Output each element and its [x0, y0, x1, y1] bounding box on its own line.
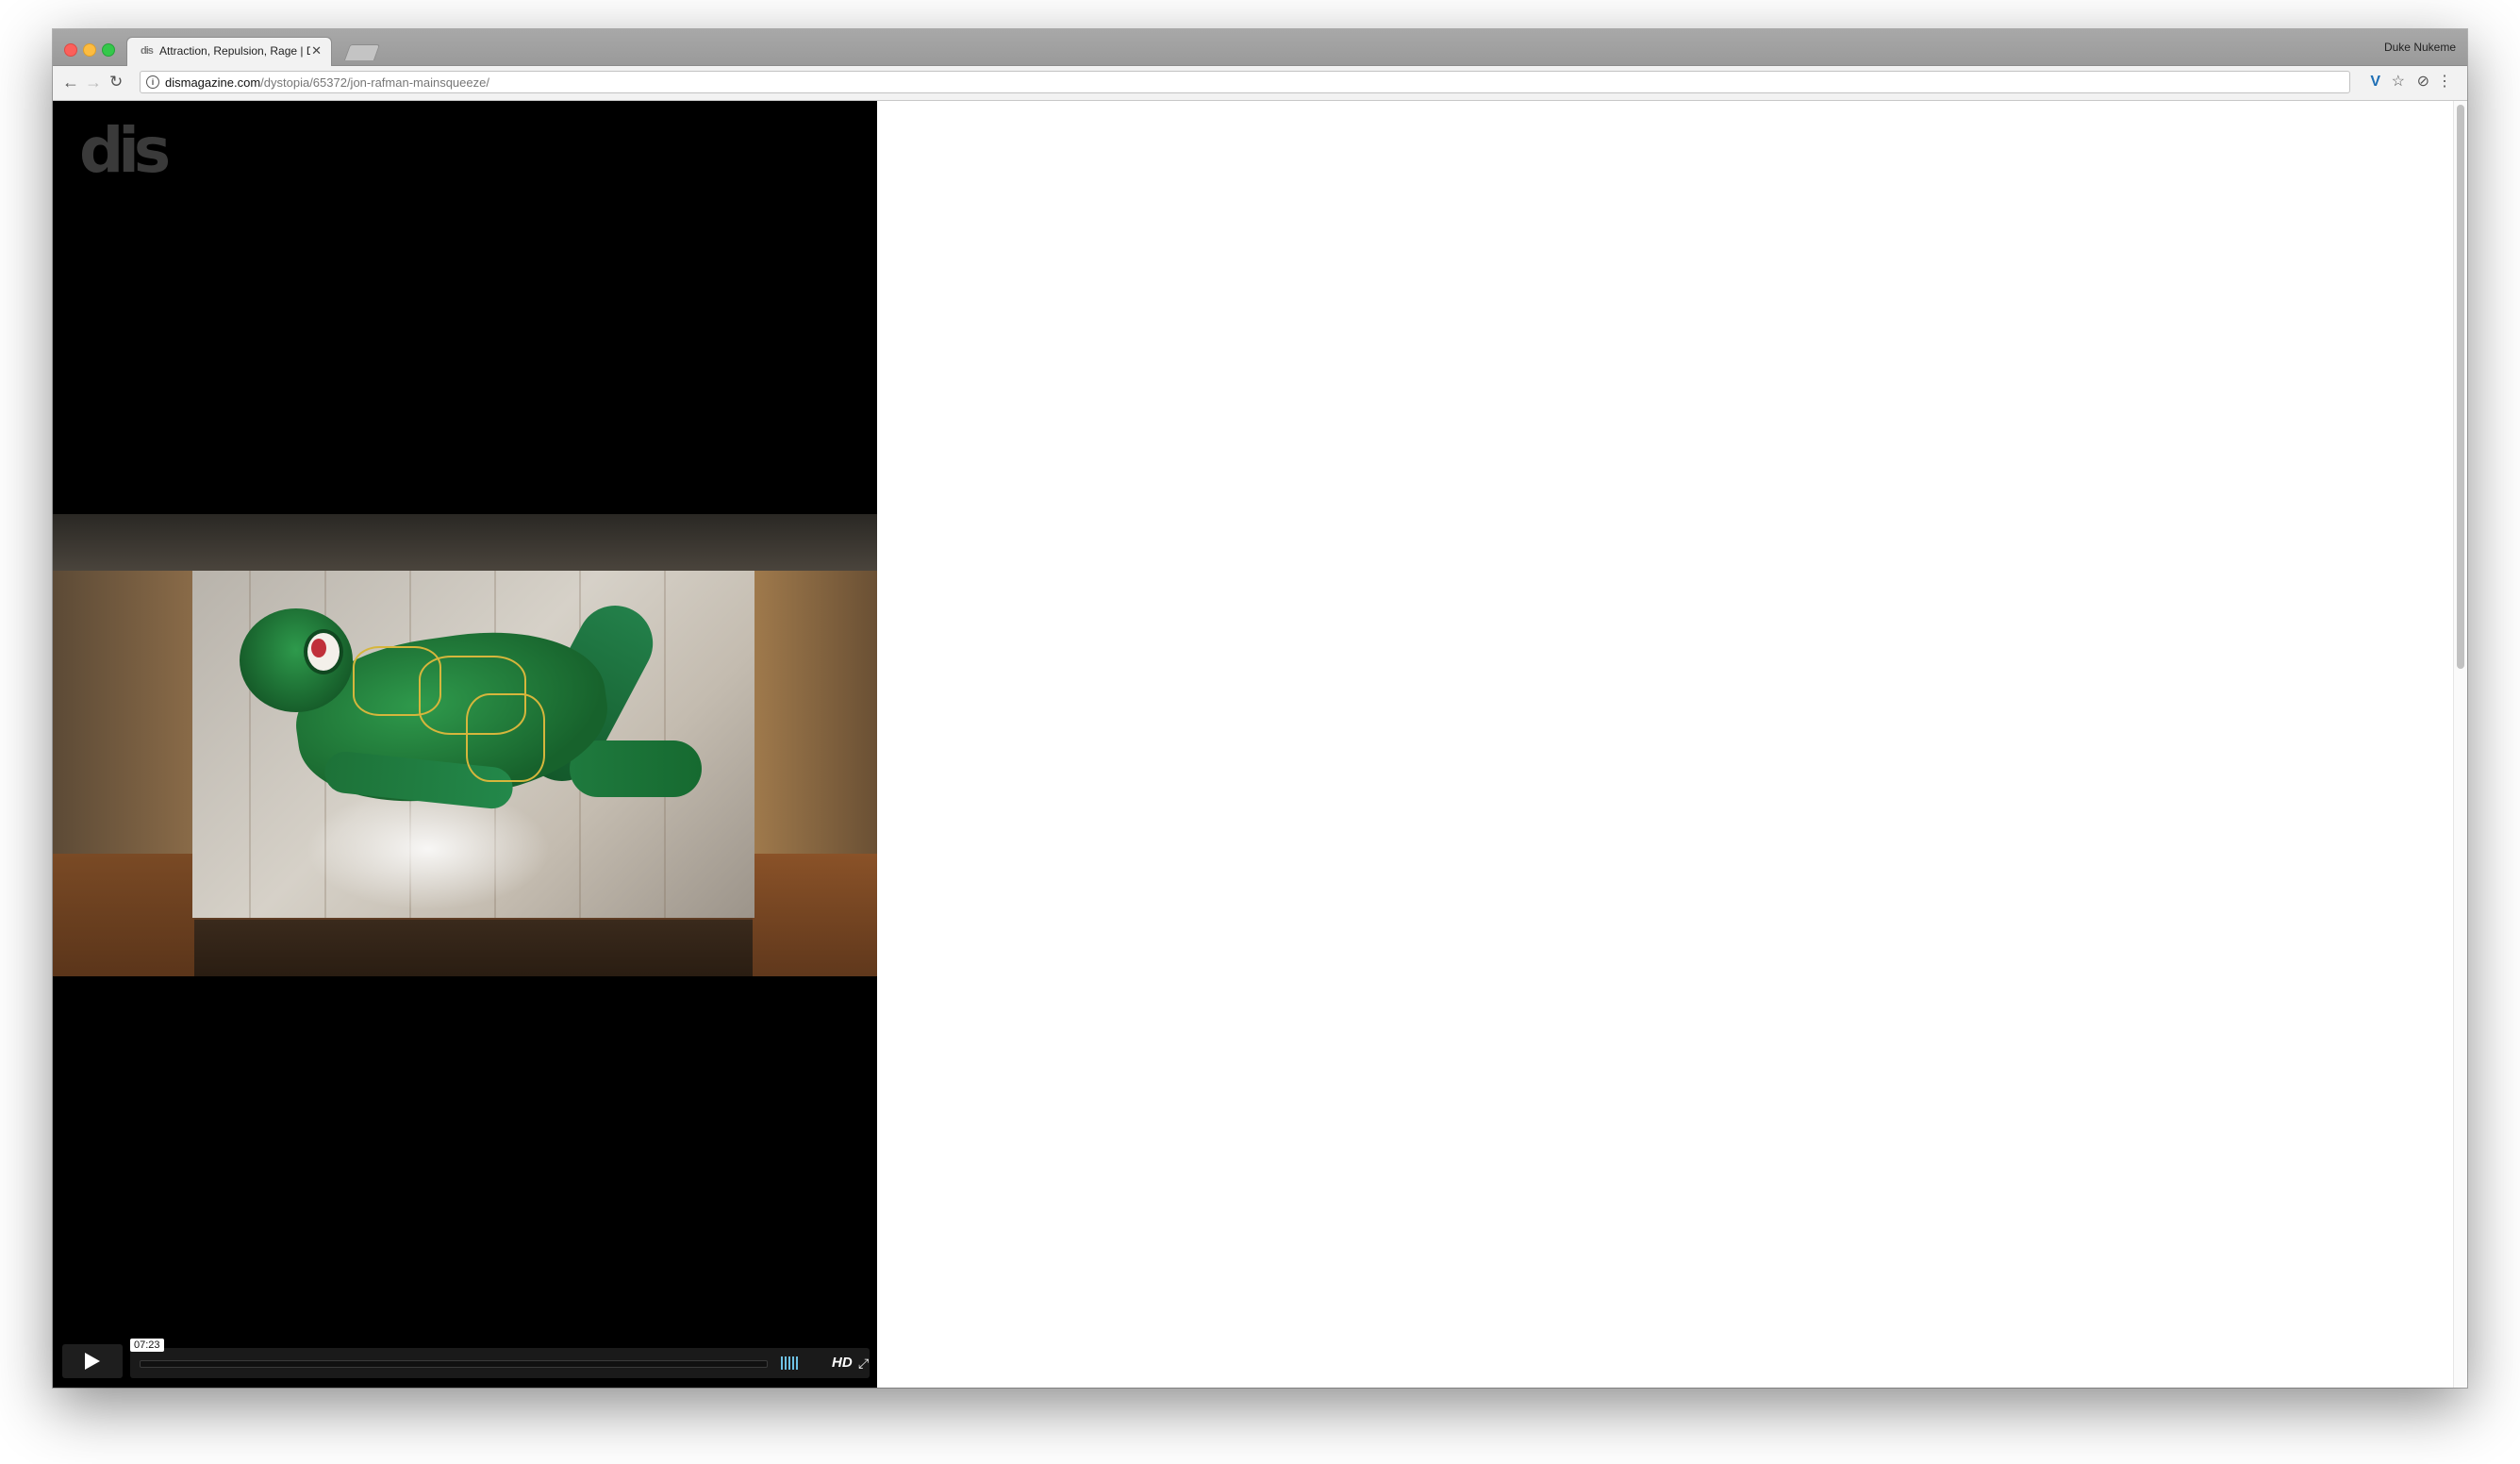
- new-tab-button[interactable]: [343, 44, 381, 60]
- volume-icon[interactable]: [781, 1356, 800, 1370]
- fullscreen-icon[interactable]: ⤢: [858, 1356, 869, 1372]
- hd-button[interactable]: HD: [832, 1355, 853, 1371]
- scrollbar[interactable]: [2453, 101, 2467, 1388]
- scene-floor: [194, 920, 753, 976]
- kebab-menu-icon[interactable]: ⋮: [2437, 73, 2452, 92]
- page-viewport: dis 07:23 HD ⤢: [53, 101, 2467, 1388]
- tab-favicon-icon: dis: [141, 45, 154, 57]
- browser-tab[interactable]: dis Attraction, Repulsion, Rage | DIS Ma…: [126, 37, 332, 66]
- window-minimize-button[interactable]: [83, 43, 96, 57]
- url-domain: dismagazine.com: [165, 75, 261, 90]
- bookmark-star-icon[interactable]: ☆: [2392, 73, 2405, 92]
- video-panel: dis 07:23 HD ⤢: [53, 101, 877, 1388]
- floor-plank: [249, 571, 251, 918]
- scene-cabinet-left: [53, 854, 194, 976]
- profile-name[interactable]: Duke Nukeme: [2384, 41, 2456, 54]
- browser-toolbar: ← → ↻ i dismagazine.com/dystopia/65372/j…: [53, 66, 2467, 101]
- browser-window: dis Attraction, Repulsion, Rage | DIS Ma…: [53, 29, 2467, 1388]
- url-text[interactable]: dismagazine.com/dystopia/65372/jon-rafma…: [165, 75, 489, 90]
- scene-wall-left: [53, 571, 194, 854]
- volume-bar: [788, 1356, 790, 1370]
- dis-logo[interactable]: dis: [79, 118, 171, 184]
- scrollbar-thumb[interactable]: [2457, 105, 2464, 669]
- extension-round-icon[interactable]: ⊘: [2417, 73, 2429, 92]
- rope: [466, 693, 545, 782]
- window-close-button[interactable]: [64, 43, 77, 57]
- url-path: /dystopia/65372/jon-rafman-mainsqueeze/: [260, 75, 489, 90]
- frog-mouth: [311, 639, 326, 657]
- info-icon[interactable]: i: [146, 75, 159, 89]
- video-controls: 07:23 HD ⤢: [62, 1339, 870, 1382]
- back-arrow-icon[interactable]: ←: [62, 72, 79, 92]
- forward-arrow-icon[interactable]: →: [85, 72, 102, 92]
- light-glare: [306, 788, 551, 910]
- volume-bar: [785, 1356, 787, 1370]
- tab-title: Attraction, Repulsion, Rage | DIS Magazi…: [159, 44, 310, 58]
- play-icon: [85, 1353, 100, 1370]
- tab-close-icon[interactable]: ✕: [311, 43, 322, 58]
- window-zoom-button[interactable]: [102, 43, 115, 57]
- video-inset-image: [192, 571, 754, 918]
- address-bar[interactable]: i dismagazine.com/dystopia/65372/jon-raf…: [140, 71, 2350, 93]
- scene-ceiling: [53, 514, 877, 571]
- reload-icon[interactable]: ↻: [109, 72, 123, 92]
- tab-strip: dis Attraction, Repulsion, Rage | DIS Ma…: [53, 29, 2467, 66]
- time-tooltip: 07:23: [130, 1339, 164, 1352]
- volume-bar: [796, 1356, 798, 1370]
- frog-leg: [570, 740, 702, 797]
- progress-bar[interactable]: [140, 1360, 768, 1368]
- volume-bar: [792, 1356, 794, 1370]
- extension-v-icon[interactable]: V: [2370, 73, 2380, 92]
- volume-bar: [781, 1356, 783, 1370]
- scene-cabinet-right: [753, 854, 877, 976]
- scene-wall-right: [753, 571, 877, 854]
- video-frame[interactable]: f: [53, 514, 877, 976]
- control-bar: 07:23 HD ⤢: [130, 1339, 870, 1378]
- play-button[interactable]: [62, 1344, 123, 1378]
